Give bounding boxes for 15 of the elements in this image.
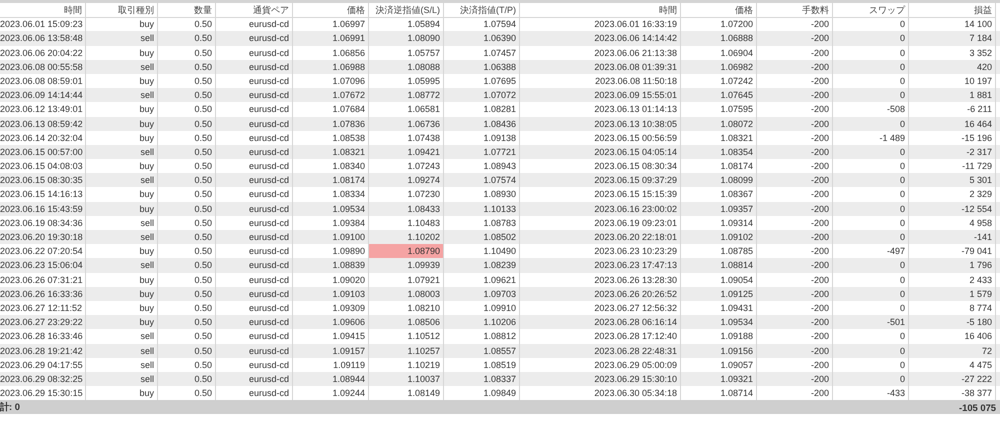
column-header[interactable]: 時間 [0,3,86,18]
column-header[interactable]: 損益 [909,3,996,18]
column-header[interactable]: 決済逆指値(S/L) [369,3,444,18]
footer-label: 計: 0 [0,400,20,414]
table-cell: 1.08790 [369,244,444,258]
column-header[interactable]: 時間 [520,3,681,18]
column-header[interactable]: 決済指値(T/P) [444,3,520,18]
column-header[interactable]: スワップ [833,3,909,18]
column-header[interactable]: 通貨ペア [216,3,293,18]
column-header[interactable]: 手数料 [757,3,833,18]
column-header[interactable]: 価格 [681,3,757,18]
column-header[interactable]: 価格 [293,3,369,18]
total-profit: -105 075 [958,402,996,413]
column-header[interactable]: 数量 [158,3,216,18]
column-header[interactable]: 取引種別 [86,3,158,18]
